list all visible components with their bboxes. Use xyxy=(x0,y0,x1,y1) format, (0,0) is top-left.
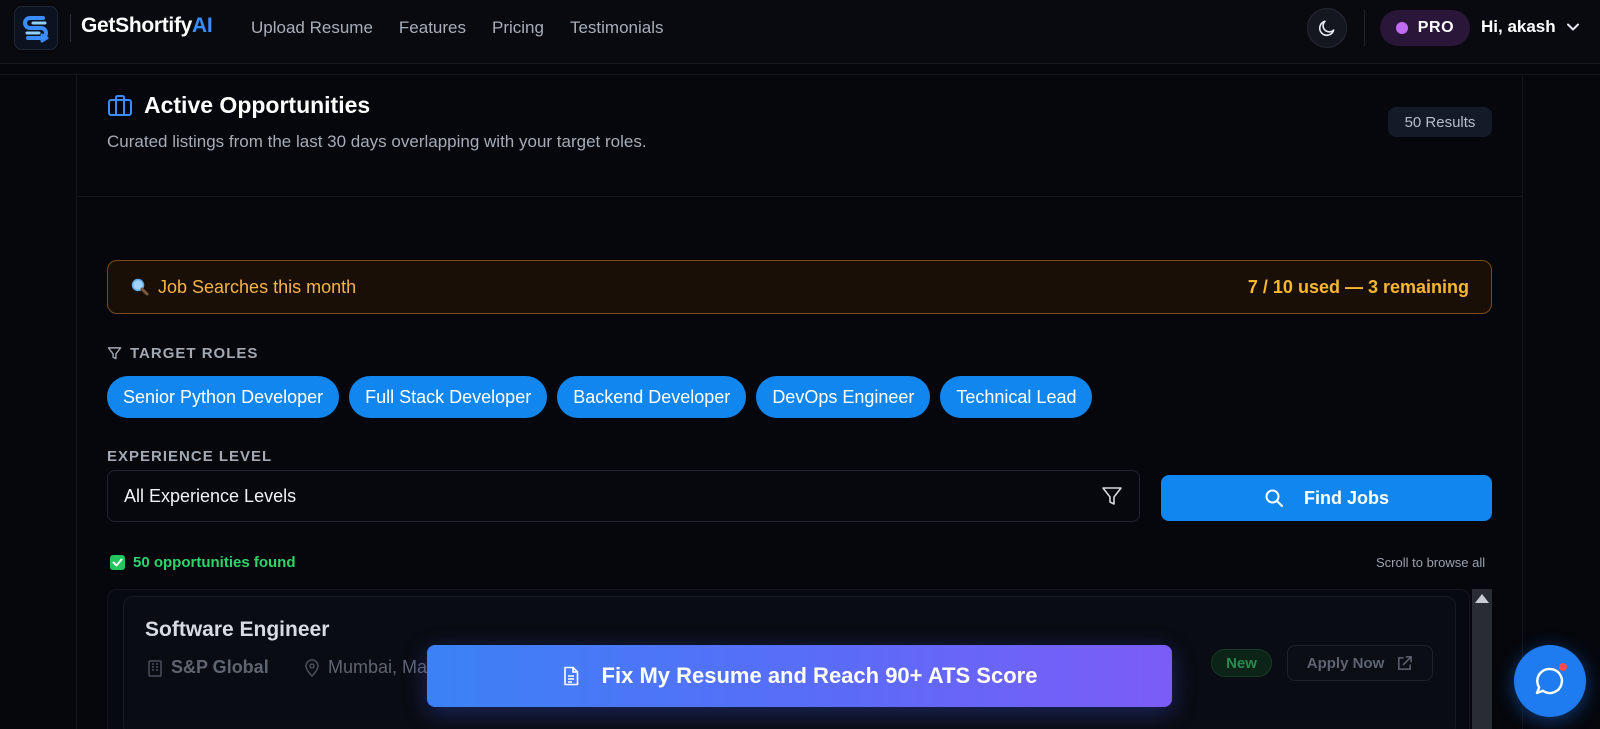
brand-name[interactable]: GetShortifyAI xyxy=(81,14,213,38)
find-jobs-button[interactable]: Find Jobs xyxy=(1161,475,1492,521)
job-list-scrollbar[interactable] xyxy=(1472,589,1492,729)
results-count-badge: 50 Results xyxy=(1388,107,1492,137)
usage-count: 7 / 10 used — 3 remaining xyxy=(1247,276,1469,297)
fix-resume-cta-label: Fix My Resume and Reach 90+ ATS Score xyxy=(601,663,1038,688)
pro-label: PRO xyxy=(1417,19,1455,36)
pro-badge[interactable]: PRO xyxy=(1380,10,1470,46)
target-roles-label: TARGET ROLES xyxy=(107,345,258,362)
role-chip-technical-lead[interactable]: Technical Lead xyxy=(940,376,1093,418)
target-roles-text: TARGET ROLES xyxy=(130,345,259,362)
user-menu[interactable]: Hi, akash xyxy=(1481,17,1580,37)
usage-label: Job Searches this month xyxy=(158,276,357,297)
map-pin-icon xyxy=(305,658,319,677)
usage-banner: Job Searches this month 7 / 10 used — 3 … xyxy=(107,260,1492,314)
find-jobs-label: Find Jobs xyxy=(1304,487,1389,508)
target-roles-list: Senior Python Developer Full Stack Devel… xyxy=(107,376,1093,418)
new-badge: New xyxy=(1211,649,1272,677)
header-divider xyxy=(76,196,1523,197)
scroll-hint: Scroll to browse all xyxy=(1376,555,1486,570)
check-square-icon xyxy=(110,555,125,570)
logo-divider xyxy=(70,14,71,42)
opportunities-found-text: 50 opportunities found xyxy=(133,554,296,571)
job-company-name: S&P Global xyxy=(171,657,269,677)
nav-links: Upload Resume Features Pricing Testimoni… xyxy=(251,18,664,38)
job-location: Mumbai, Ma xyxy=(304,657,427,678)
building-icon xyxy=(148,659,162,677)
opportunities-found: 50 opportunities found xyxy=(110,554,296,571)
moon-icon xyxy=(1318,20,1335,37)
pro-dot xyxy=(1395,22,1408,34)
document-icon xyxy=(563,666,578,686)
job-title: Software Engineer xyxy=(145,618,330,641)
job-location-text: Mumbai, Ma xyxy=(328,657,428,677)
role-chip-devops-engineer[interactable]: DevOps Engineer xyxy=(756,376,931,418)
brand-main: GetShortify xyxy=(81,14,193,37)
brand-ai: AI xyxy=(192,14,213,37)
role-chip-backend-developer[interactable]: Backend Developer xyxy=(557,376,747,418)
search-icon xyxy=(1265,489,1283,507)
top-navbar: GetShortifyAI Upload Resume Features Pri… xyxy=(0,0,1600,64)
magnifier-emoji-icon xyxy=(131,278,149,296)
nav-separator xyxy=(1364,10,1365,46)
job-company: S&P Global xyxy=(147,657,269,678)
chevron-down-icon xyxy=(1566,23,1579,31)
fix-resume-cta-button[interactable]: Fix My Resume and Reach 90+ ATS Score xyxy=(427,645,1172,707)
experience-level-value: All Experience Levels xyxy=(124,485,297,506)
logo[interactable] xyxy=(14,6,58,50)
apply-now-label: Apply Now xyxy=(1306,654,1385,672)
usage-left: Job Searches this month xyxy=(130,277,356,298)
external-link-icon xyxy=(1398,655,1413,670)
nav-link-pricing[interactable]: Pricing xyxy=(492,18,544,38)
chat-notification-dot xyxy=(1558,662,1568,672)
chat-button[interactable] xyxy=(1514,645,1586,717)
user-greeting: Hi, akash xyxy=(1481,17,1556,36)
role-chip-senior-python-developer[interactable]: Senior Python Developer xyxy=(107,376,340,418)
filter-icon xyxy=(1102,487,1122,505)
section-title: Active Opportunities xyxy=(144,92,371,118)
section-subtitle: Curated listings from the last 30 days o… xyxy=(107,132,647,151)
briefcase-icon xyxy=(108,95,132,116)
apply-now-button[interactable]: Apply Now xyxy=(1287,645,1433,681)
theme-toggle-button[interactable] xyxy=(1307,8,1347,48)
nav-link-features[interactable]: Features xyxy=(399,18,466,38)
nav-link-testimonials[interactable]: Testimonials xyxy=(570,18,664,38)
logo-icon xyxy=(23,16,49,43)
experience-level-label: EXPERIENCE LEVEL xyxy=(107,448,273,465)
nav-link-upload-resume[interactable]: Upload Resume xyxy=(251,18,373,38)
experience-level-select[interactable]: All Experience Levels xyxy=(107,470,1140,522)
scroll-up-arrow[interactable] xyxy=(1475,594,1489,603)
role-chip-full-stack-developer[interactable]: Full Stack Developer xyxy=(349,376,548,418)
filter-icon xyxy=(107,347,122,360)
